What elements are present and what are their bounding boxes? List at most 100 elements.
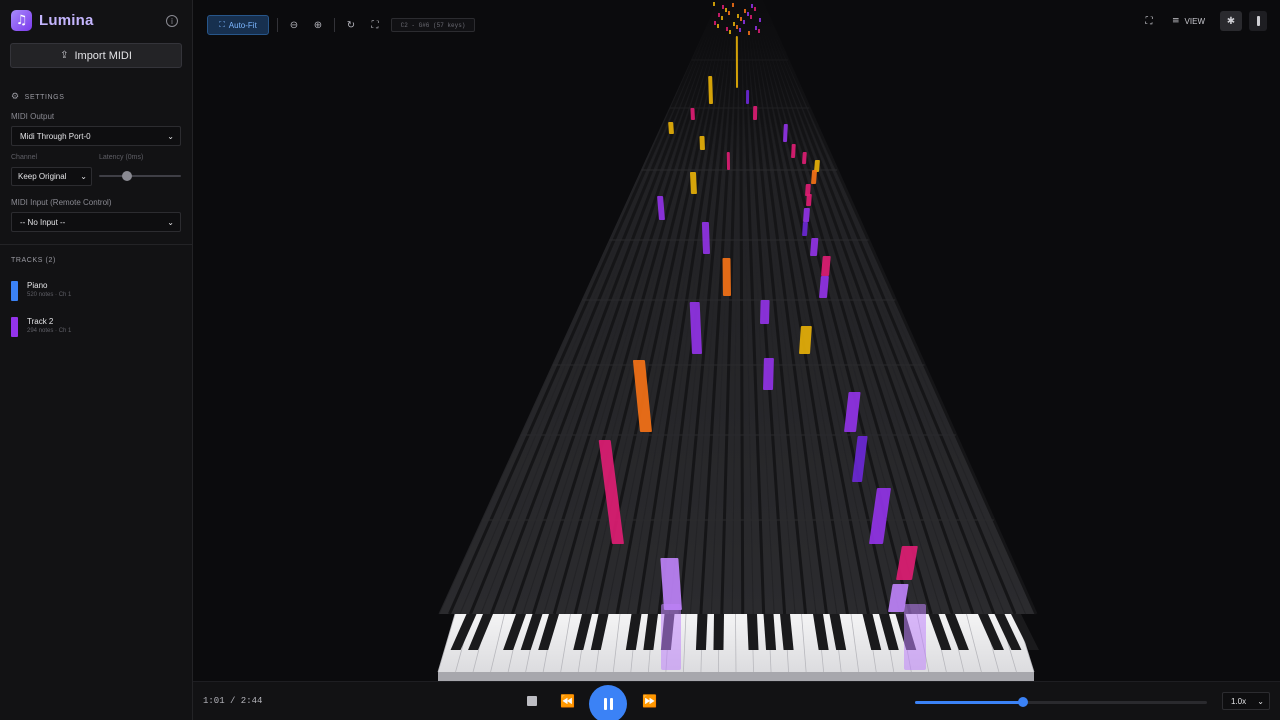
track-item-piano[interactable]: Piano 520 notes · Ch 1 — [11, 281, 71, 301]
pause-button[interactable] — [589, 685, 627, 720]
playback-speed-value: 1.0x — [1231, 696, 1247, 706]
midi-output-label: MIDI Output — [11, 112, 55, 121]
channel-label: Channel — [11, 154, 38, 161]
track-meta: 294 notes · Ch 1 — [27, 328, 72, 334]
falling-note — [740, 17, 742, 21]
active-key-highlight — [904, 604, 926, 670]
falling-note — [743, 20, 745, 24]
chevron-down-icon: ⌄ — [80, 172, 87, 181]
bug-icon[interactable]: ✱ — [1220, 11, 1242, 31]
stop-button[interactable] — [527, 696, 537, 706]
import-midi-label: Import MIDI — [74, 49, 132, 62]
info-icon[interactable]: i — [166, 15, 178, 27]
channel-select[interactable]: Keep Original ⌄ — [11, 167, 92, 186]
app-title: Lumina — [39, 12, 94, 29]
zoom-in-icon[interactable]: ⊕ — [310, 17, 326, 33]
view-menu-button[interactable]: ≡ VIEW — [1172, 11, 1205, 31]
auto-fit-button[interactable]: ⛶ Auto-Fit — [207, 15, 269, 35]
view-toolbar: ⛶ Auto-Fit ⊖ ⊕ ↻ ⛶ C2 - G#6 (57 keys) — [207, 14, 483, 36]
toolbar-divider — [277, 18, 278, 32]
black-key — [713, 614, 724, 650]
track-color-swatch — [11, 281, 18, 301]
falling-note — [747, 12, 749, 16]
falling-note — [725, 8, 727, 12]
falling-note — [721, 16, 723, 20]
falling-note — [802, 152, 807, 164]
falling-note — [733, 22, 735, 26]
falling-note — [729, 30, 731, 34]
refresh-icon[interactable]: ↻ — [343, 17, 359, 33]
falling-note — [690, 108, 695, 120]
falling-note — [689, 172, 697, 194]
latency-slider-thumb[interactable] — [122, 171, 132, 181]
falling-note — [753, 106, 758, 120]
falling-note — [754, 7, 756, 11]
app-root: ♫ Lumina i ⇪ Import MIDI ⚙ SETTINGS MIDI… — [0, 0, 1280, 720]
falling-note — [755, 26, 757, 30]
black-key — [695, 614, 708, 650]
seek-bar-progress — [915, 701, 1024, 704]
seek-bar[interactable] — [915, 701, 1207, 704]
divider — [0, 244, 192, 245]
falling-note — [726, 152, 730, 170]
main-viewport: ⛶ Auto-Fit ⊖ ⊕ ↻ ⛶ C2 - G#6 (57 keys) ⛶ … — [193, 0, 1280, 720]
track-item-track-2[interactable]: Track 2 294 notes · Ch 1 — [11, 317, 71, 337]
falling-note — [748, 31, 750, 35]
chevron-down-icon: ⌄ — [1257, 696, 1264, 706]
playback-speed-select[interactable]: 1.0x ⌄ — [1222, 692, 1270, 710]
falling-note — [739, 28, 741, 32]
track-text: Piano 520 notes · Ch 1 — [27, 281, 71, 301]
active-key-highlight — [661, 604, 681, 670]
view-label: VIEW — [1184, 16, 1205, 26]
falling-note — [717, 24, 719, 28]
falling-note — [759, 18, 761, 22]
transport-bar: 1:01 / 2:44 ⏪ ⏩ 1.0x ⌄ — [193, 681, 1280, 720]
auto-fit-label: Auto-Fit — [228, 20, 257, 30]
pause-icon — [603, 698, 607, 710]
more-options-button[interactable] — [1249, 11, 1267, 31]
toolbar-divider — [334, 18, 335, 32]
piano-roll-3d[interactable] — [193, 0, 1280, 681]
falling-note — [713, 2, 715, 6]
falling-note — [760, 300, 770, 324]
seek-bar-thumb[interactable] — [1018, 697, 1029, 707]
fullscreen-icon[interactable]: ⛶ — [1140, 11, 1158, 31]
falling-note — [763, 358, 774, 390]
falling-note — [791, 144, 796, 158]
rewind-button[interactable]: ⏪ — [560, 694, 575, 708]
falling-note — [751, 4, 753, 8]
falling-note — [732, 3, 734, 7]
falling-note — [728, 11, 730, 15]
midi-output-select[interactable]: Midi Through Port-0 ⌄ — [11, 126, 181, 146]
falling-note — [726, 27, 728, 31]
chevron-down-icon: ⌄ — [167, 217, 174, 227]
import-midi-button[interactable]: ⇪ Import MIDI — [10, 43, 182, 68]
pause-icon — [609, 698, 613, 710]
zoom-out-icon[interactable]: ⊖ — [286, 17, 302, 33]
falling-note — [802, 222, 808, 236]
falling-note — [783, 124, 788, 142]
fit-screen-icon[interactable]: ⛶ — [367, 17, 383, 33]
falling-note — [722, 258, 731, 296]
falling-note — [722, 5, 724, 9]
tracks-heading: TRACKS (2) — [11, 257, 56, 264]
falling-note — [708, 76, 713, 104]
falling-note — [718, 13, 720, 17]
fast-forward-button[interactable]: ⏩ — [642, 694, 657, 708]
settings-heading: ⚙ SETTINGS — [11, 92, 64, 102]
keyboard-front — [438, 672, 1034, 681]
falling-note — [714, 21, 716, 25]
falling-note — [746, 90, 750, 104]
channel-value: Keep Original — [18, 172, 67, 181]
falling-note — [810, 238, 819, 256]
sidebar: ♫ Lumina i ⇪ Import MIDI ⚙ SETTINGS MIDI… — [0, 0, 193, 720]
latency-slider-track[interactable] — [99, 175, 181, 177]
falling-note — [803, 208, 810, 222]
midi-input-select[interactable]: -- No Input -- ⌄ — [11, 212, 181, 232]
sliders-icon: ≡ — [1172, 16, 1180, 26]
piano-keyboard[interactable] — [437, 604, 1039, 681]
track-meta: 520 notes · Ch 1 — [27, 292, 72, 298]
note-highway — [193, 0, 1280, 681]
vertical-bar-icon — [1256, 16, 1260, 26]
playback-time: 1:01 / 2:44 — [203, 696, 263, 706]
